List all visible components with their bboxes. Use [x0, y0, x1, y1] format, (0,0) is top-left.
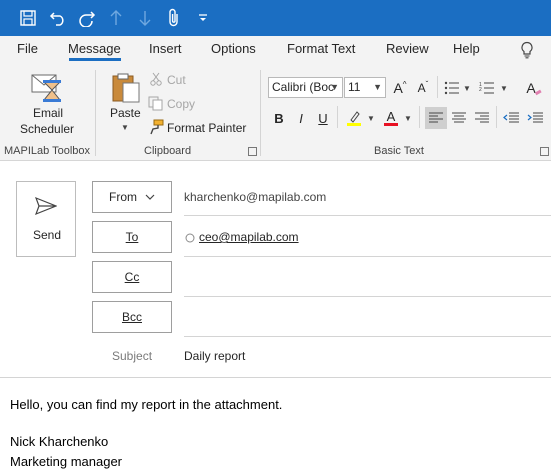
font-color-swatch: [384, 123, 398, 126]
up-arrow-icon[interactable]: [104, 6, 128, 30]
chevron-down-icon[interactable]: ▼: [463, 84, 471, 93]
font-color-label: A: [386, 109, 396, 124]
from-button[interactable]: From: [92, 181, 172, 213]
ribbon-separator: [95, 70, 96, 156]
ribbon-separator: [496, 106, 497, 128]
email-scheduler-label-2[interactable]: Scheduler: [20, 122, 74, 136]
email-scheduler-icon[interactable]: [30, 72, 64, 107]
align-right-icon[interactable]: [471, 107, 493, 129]
email-scheduler-label-1[interactable]: Email: [33, 106, 63, 120]
grow-font-label: A: [393, 80, 403, 96]
tab-options[interactable]: Options: [211, 41, 256, 56]
chevron-down-icon[interactable]: ▼: [500, 84, 508, 93]
send-label: Send: [33, 228, 62, 242]
italic-button[interactable]: I: [290, 107, 312, 129]
send-icon: [34, 196, 58, 219]
chevron-down-icon: ▼: [330, 82, 339, 92]
undo-icon[interactable]: [46, 6, 70, 30]
tab-review[interactable]: Review: [386, 41, 429, 56]
chevron-down-icon[interactable]: ▼: [404, 114, 412, 123]
underline-button[interactable]: U: [312, 107, 334, 129]
align-left-icon[interactable]: [425, 107, 447, 129]
to-label: To: [125, 230, 139, 244]
recipient-status-icon: [185, 232, 195, 246]
body-line-name: Nick Kharchenko: [10, 434, 109, 449]
grow-font-button[interactable]: A ^: [389, 77, 411, 99]
subject-label: Subject: [112, 349, 153, 363]
font-name-value: Calibri (Boc: [272, 80, 335, 94]
attach-icon[interactable]: [162, 6, 186, 30]
mapilab-group-label: MAPILab Toolbox: [4, 145, 91, 157]
tab-help[interactable]: Help: [453, 41, 480, 56]
tab-file[interactable]: File: [17, 41, 38, 56]
basic-text-launcher-icon[interactable]: [540, 147, 549, 156]
font-size-value: 11: [348, 80, 361, 94]
format-painter-icon[interactable]: [148, 119, 164, 138]
chevron-down-icon: [145, 194, 155, 200]
quick-access-toolbar: [0, 0, 551, 36]
subject-input[interactable]: Daily report: [184, 349, 245, 363]
paste-icon[interactable]: [110, 72, 142, 107]
ribbon-separator: [337, 106, 338, 128]
down-arrow-icon[interactable]: [133, 6, 157, 30]
increase-indent-icon[interactable]: [524, 107, 546, 129]
caret-up-icon: ^: [402, 79, 407, 89]
tab-message[interactable]: Message: [68, 41, 121, 56]
to-recipient[interactable]: ceo@mapilab.com: [199, 230, 299, 244]
clipboard-launcher-icon[interactable]: [248, 147, 257, 156]
from-value: kharchenko@mapilab.com: [184, 190, 327, 204]
save-icon[interactable]: [16, 6, 40, 30]
active-tab-indicator: [69, 58, 121, 61]
bcc-button[interactable]: Bcc: [92, 301, 172, 333]
align-center-icon[interactable]: [448, 107, 470, 129]
cc-button[interactable]: Cc: [92, 261, 172, 293]
bcc-label: Bcc: [121, 310, 142, 324]
font-size-combo[interactable]: 11 ▼: [344, 77, 386, 98]
bullets-icon[interactable]: [441, 77, 463, 99]
numbering-icon[interactable]: 12: [476, 77, 498, 99]
cut-icon: [149, 72, 163, 89]
font-name-combo[interactable]: Calibri (Boc ▼: [268, 77, 343, 98]
tab-format-text[interactable]: Format Text: [287, 41, 355, 56]
clear-formatting-button[interactable]: A: [523, 77, 545, 99]
cc-input[interactable]: [184, 262, 551, 294]
shrink-font-button[interactable]: Aˇ: [412, 77, 434, 99]
ribbon-separator: [419, 106, 420, 128]
customize-icon[interactable]: [191, 6, 215, 30]
highlight-icon[interactable]: [343, 107, 365, 129]
cc-label: Cc: [124, 270, 140, 284]
send-button[interactable]: [16, 181, 76, 257]
chevron-down-icon[interactable]: ▼: [367, 114, 375, 123]
tab-insert[interactable]: Insert: [149, 41, 182, 56]
lightbulb-icon[interactable]: [520, 41, 534, 62]
svg-text:2: 2: [479, 87, 482, 93]
redo-icon[interactable]: [75, 6, 99, 30]
cut-label: Cut: [167, 73, 186, 87]
decrease-indent-icon[interactable]: [500, 107, 522, 129]
chevron-down-icon: ▼: [373, 82, 382, 92]
font-color-button[interactable]: A: [380, 107, 402, 129]
body-line-greeting: Hello, you can find my report in the att…: [10, 397, 283, 412]
basic-text-group-label: Basic Text: [374, 145, 424, 157]
copy-label: Copy: [167, 97, 196, 111]
ribbon-separator: [260, 70, 261, 156]
to-button[interactable]: To: [92, 221, 172, 253]
field-divider: [184, 336, 551, 337]
format-painter-label[interactable]: Format Painter: [167, 121, 246, 135]
bcc-input[interactable]: [184, 302, 551, 334]
field-divider: [184, 215, 551, 216]
field-divider: [184, 256, 551, 257]
from-label: From: [109, 190, 137, 204]
caret-down-icon: ˇ: [425, 79, 429, 89]
field-divider: [184, 296, 551, 297]
clipboard-group-label: Clipboard: [144, 145, 192, 157]
paste-label[interactable]: Paste: [110, 106, 141, 120]
ribbon-separator: [437, 76, 438, 98]
copy-icon: [148, 96, 163, 114]
body-line-title: Marketing manager: [10, 454, 122, 469]
paste-dropdown-icon[interactable]: ▼: [121, 123, 129, 132]
bold-button[interactable]: B: [268, 107, 290, 129]
shrink-font-label: A: [417, 81, 426, 95]
